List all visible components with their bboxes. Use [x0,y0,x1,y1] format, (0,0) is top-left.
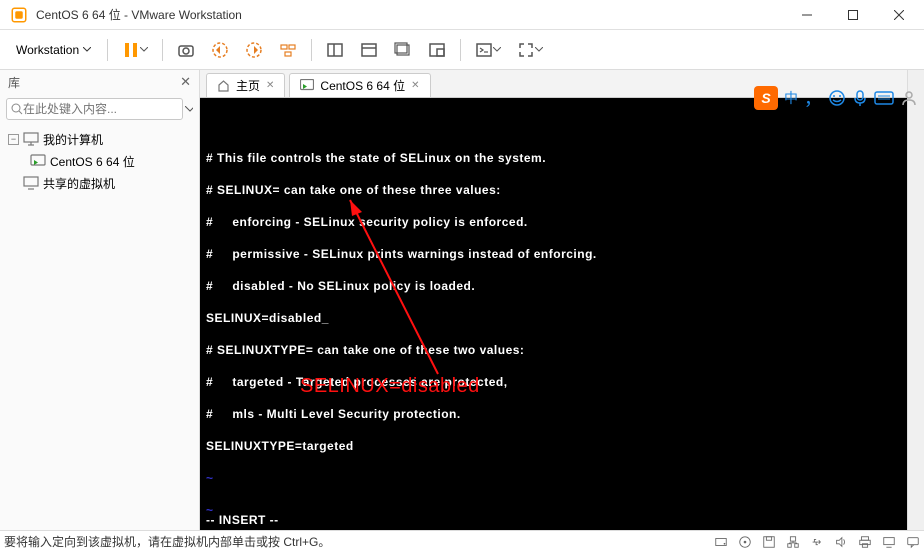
view-unity-button[interactable] [422,36,452,64]
ime-keyboard-icon[interactable] [874,90,894,106]
view-single-button[interactable] [320,36,350,64]
close-tab-icon[interactable]: ✕ [411,80,419,91]
pause-button[interactable] [116,36,154,64]
tree-root-shared[interactable]: 共享的虚拟机 [0,172,199,194]
ime-floating-bar[interactable]: S 中 ， [754,86,918,110]
shared-icon [23,176,39,190]
network-icon[interactable] [786,535,800,549]
disk-icon[interactable] [714,535,728,549]
computer-icon [23,132,39,146]
tree-label: 共享的虚拟机 [43,175,115,192]
cd-icon[interactable] [738,535,752,549]
toolbar: Workstation [0,30,924,70]
collapse-icon[interactable]: − [8,134,19,145]
console-button[interactable] [469,36,507,64]
window-title: CentOS 6 64 位 - VMware Workstation [36,6,784,23]
search-icon [11,103,23,115]
home-icon [217,79,230,92]
ime-user-icon[interactable] [900,89,918,107]
tree-label: 我的计算机 [43,131,103,148]
display-icon[interactable] [882,535,896,549]
chevron-down-icon [83,47,91,52]
chevron-down-icon [535,47,543,52]
chevron-down-icon[interactable] [185,106,193,112]
vertical-scrollbar[interactable] [907,70,924,530]
snapshot-button[interactable] [171,36,201,64]
search-input[interactable] [23,102,178,116]
sidebar-header: 库 ✕ [0,70,199,94]
minimize-button[interactable] [784,0,830,30]
sidebar-title: 库 [8,74,20,91]
snapshot-manager-button[interactable] [273,36,303,64]
tab-label: CentOS 6 64 位 [320,77,405,94]
vm-icon [30,154,46,168]
workstation-menu-label: Workstation [16,43,79,57]
status-text: 要将输入定向到该虚拟机，请在虚拟机内部单击或按 Ctrl+G。 [4,533,330,550]
floppy-icon[interactable] [762,535,776,549]
tab-home[interactable]: 主页 ✕ [206,73,285,97]
close-button[interactable] [876,0,922,30]
terminal-view[interactable]: # This file controls the state of SELinu… [200,98,907,530]
ime-logo[interactable]: S [754,86,778,110]
workstation-menu[interactable]: Workstation [8,36,99,64]
annotation-text: SELINUX=disabled [300,378,480,394]
usb-icon[interactable] [810,535,824,549]
view-thumbnail-button[interactable] [388,36,418,64]
snapshot-revert-button[interactable] [205,36,235,64]
sidebar-close-icon[interactable]: ✕ [180,74,191,90]
app-icon [10,6,28,24]
fullscreen-button[interactable] [511,36,549,64]
vm-icon [300,79,314,92]
content-area: 主页 ✕ CentOS 6 64 位 ✕ # This file control… [200,70,907,530]
tab-vm[interactable]: CentOS 6 64 位 ✕ [289,73,430,97]
window-titlebar: CentOS 6 64 位 - VMware Workstation [0,0,924,30]
ime-punct[interactable]: ， [804,85,822,111]
status-icons [714,535,920,549]
ime-face-icon[interactable] [828,89,846,107]
tree-item-vm[interactable]: CentOS 6 64 位 [0,150,199,172]
chevron-down-icon [493,47,501,52]
library-tree: − 我的计算机 CentOS 6 64 位 共享的虚拟机 [0,124,199,530]
library-search[interactable] [6,98,183,120]
tree-label: CentOS 6 64 位 [50,153,135,170]
sound-icon[interactable] [834,535,848,549]
ime-mic-icon[interactable] [852,89,868,107]
chevron-down-icon [140,47,148,52]
view-tabs-button[interactable] [354,36,384,64]
maximize-button[interactable] [830,0,876,30]
main-area: 库 ✕ − 我的计算机 CentOS 6 64 位 共享的虚拟机 [0,70,924,530]
library-sidebar: 库 ✕ − 我的计算机 CentOS 6 64 位 共享的虚拟机 [0,70,200,530]
snapshot-take-button[interactable] [239,36,269,64]
tree-root-mycomputer[interactable]: − 我的计算机 [0,128,199,150]
tab-label: 主页 [236,77,260,94]
printer-icon[interactable] [858,535,872,549]
close-tab-icon[interactable]: ✕ [266,80,274,91]
ime-lang[interactable]: 中 [784,88,798,108]
status-bar: 要将输入定向到该虚拟机，请在虚拟机内部单击或按 Ctrl+G。 [0,530,924,552]
message-icon[interactable] [906,535,920,549]
